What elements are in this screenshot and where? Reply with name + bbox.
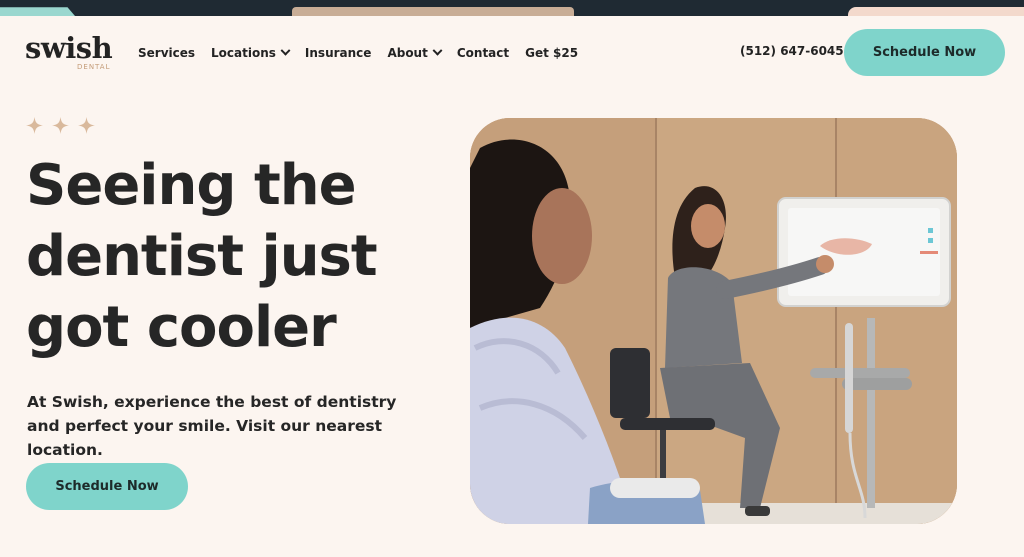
sparkle-icon xyxy=(52,117,69,134)
nav-item-insurance[interactable]: Insurance xyxy=(305,46,372,60)
phone-link[interactable]: (512) 647-6045 xyxy=(740,44,844,58)
headline-line: got cooler xyxy=(26,295,337,360)
nav-item-label: Services xyxy=(138,46,196,60)
chevron-down-icon xyxy=(280,45,291,56)
strip-segment xyxy=(292,7,574,16)
nav-item-services[interactable]: Services xyxy=(138,46,195,60)
sparkles-decoration xyxy=(26,117,104,137)
main-nav: Services Locations Insurance About Conta… xyxy=(138,44,594,62)
logo-subtitle: DENTAL xyxy=(77,63,111,71)
site-header: swish DENTAL Services Locations Insuranc… xyxy=(0,16,1024,90)
schedule-now-button[interactable]: Schedule Now xyxy=(844,29,1005,76)
headline-line: Seeing the xyxy=(26,153,357,218)
strip-segment xyxy=(848,7,1024,16)
sparkle-icon xyxy=(26,117,43,134)
nav-item-contact[interactable]: Contact xyxy=(457,46,509,60)
logo-wordmark: swish xyxy=(25,31,113,65)
hero-headline: Seeing the dentist just got cooler xyxy=(26,150,446,363)
hero-photo-illustration xyxy=(470,118,957,524)
nav-item-label: Contact xyxy=(456,46,510,60)
headline-line: dentist just xyxy=(26,224,378,289)
swish-dental-logo[interactable]: swish DENTAL xyxy=(25,30,115,74)
hero-schedule-now-button[interactable]: Schedule Now xyxy=(26,463,188,510)
nav-item-about[interactable]: About xyxy=(387,45,443,60)
hero-photo xyxy=(470,118,957,524)
strip-segment xyxy=(0,7,75,16)
nav-item-label: About xyxy=(387,46,428,60)
nav-item-label: Insurance xyxy=(304,46,372,60)
nav-item-label: Get $25 xyxy=(525,46,579,60)
chevron-down-icon xyxy=(432,45,443,56)
hero-subtext: At Swish, experience the best of dentist… xyxy=(27,393,397,459)
browser-top-strip xyxy=(0,0,1024,16)
nav-item-get-25[interactable]: Get $25 xyxy=(525,46,578,60)
sparkle-icon xyxy=(78,117,95,134)
nav-item-label: Locations xyxy=(211,46,276,60)
nav-item-locations[interactable]: Locations xyxy=(211,45,291,60)
